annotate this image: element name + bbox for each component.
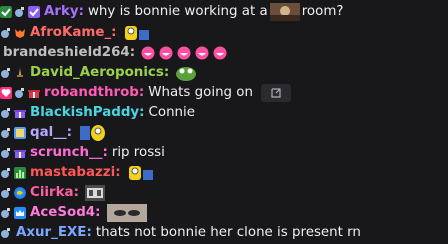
globe-badge-icon[interactable] [14,187,26,199]
colon: : [111,25,117,40]
bomb-badge-icon[interactable] [0,187,12,199]
colon: : [95,205,101,220]
chat-username[interactable]: mastabazzi [30,163,115,183]
minion-emote[interactable] [78,124,106,142]
bomb-badge-icon[interactable] [0,147,12,159]
minion-emote[interactable] [123,24,151,42]
sword-badge-icon[interactable] [14,67,26,79]
chat-username[interactable]: BlackishPaddy [30,103,139,123]
colon: : [102,145,108,160]
heart-badge-icon[interactable] [0,87,12,99]
chat-message-text: thats not bonnie her clone is present rn [95,225,361,240]
colon: : [138,85,145,100]
chat-username[interactable]: David_Aeroponics [30,63,164,83]
colon: : [66,125,72,140]
chat-username[interactable]: robandthrob [44,83,139,103]
chat-username[interactable]: Arky [44,2,79,22]
chat-message-row: David_Aeroponics: [0,63,448,83]
chat-message-row: mastabazzi: [0,163,448,183]
chat-message-text: room? [301,4,344,19]
colon: : [163,65,170,80]
face-emote[interactable] [106,204,147,222]
gift-badge-icon[interactable] [14,107,26,119]
chat-message-text: rip rossi [111,145,165,160]
bomb-badge-icon[interactable] [0,227,12,239]
colon: : [139,105,145,120]
gg-emote[interactable] [84,185,105,201]
bomb-badge-icon[interactable] [14,87,26,99]
fox-badge-icon[interactable] [14,27,26,39]
chat-username[interactable]: qal__ [30,123,67,143]
bomb-badge-icon[interactable] [14,6,26,18]
chat-message-text: Whats going on [148,85,253,100]
chat-username[interactable]: Axur_EXE [16,223,86,243]
colon: : [86,225,92,240]
chat-username[interactable]: brandeshield264 [3,43,130,63]
chat-message-row: Axur_EXE: thats not bonnie her clone is … [0,223,448,243]
chat-message-text: why is bonnie working at a [87,4,268,19]
chat-message-row: Arky: why is bonnie working at a room? [0,2,448,22]
chat-message-row: qal__: [0,123,448,143]
laughing-emote-icon[interactable] [213,46,227,60]
colon: : [115,165,121,180]
bomb-badge-icon[interactable] [0,27,12,39]
gift-badge-icon[interactable] [14,147,26,159]
chat-username[interactable]: Ciirka [30,183,74,203]
minion-emote[interactable] [127,164,155,182]
chat-list: Arky: why is bonnie working at a room? A… [0,0,448,244]
bomb-badge-icon[interactable] [0,167,12,179]
chat-message-row: BlackishPaddy: Connie [0,103,448,123]
chat-message-text: Connie [148,105,196,120]
laughing-emote-icon[interactable] [177,46,191,60]
sub-badge-icon[interactable] [14,127,26,139]
subscriber-badge-icon[interactable] [28,6,40,18]
chart-badge-icon[interactable] [14,167,26,179]
colon: : [129,45,136,60]
bomb-badge-icon[interactable] [0,107,12,119]
checkmark-badge-icon[interactable] [0,6,12,18]
colon: : [78,4,84,19]
colon: : [73,185,79,200]
chat-message-row: AceSod4: [0,203,448,223]
room-emote[interactable] [269,3,300,21]
chat-username[interactable]: scrunch__ [30,143,102,163]
laughing-emote-icon[interactable] [141,46,155,60]
crown-badge-icon[interactable] [14,207,26,219]
gift-badge-icon[interactable] [28,87,40,99]
chat-message-row: Ciirka: [0,183,448,203]
laughing-emote-icon[interactable] [195,46,209,60]
bomb-badge-icon[interactable] [0,67,12,79]
external-link-card[interactable] [261,84,291,102]
chat-message-row: AfroKame_: [0,23,448,43]
chat-username[interactable]: AceSod4 [30,203,95,223]
bomb-badge-icon[interactable] [0,207,12,219]
external-link-icon [271,88,281,98]
laughing-emote-icon[interactable] [159,46,173,60]
chat-message-row: scrunch__: rip rossi [0,143,448,163]
chat-username[interactable]: AfroKame_ [30,23,111,43]
chat-message-row: robandthrob: Whats going on [0,83,448,103]
chat-message-row: brandeshield264: [0,43,448,63]
bomb-badge-icon[interactable] [0,127,12,139]
pepe-emote[interactable] [175,64,197,82]
